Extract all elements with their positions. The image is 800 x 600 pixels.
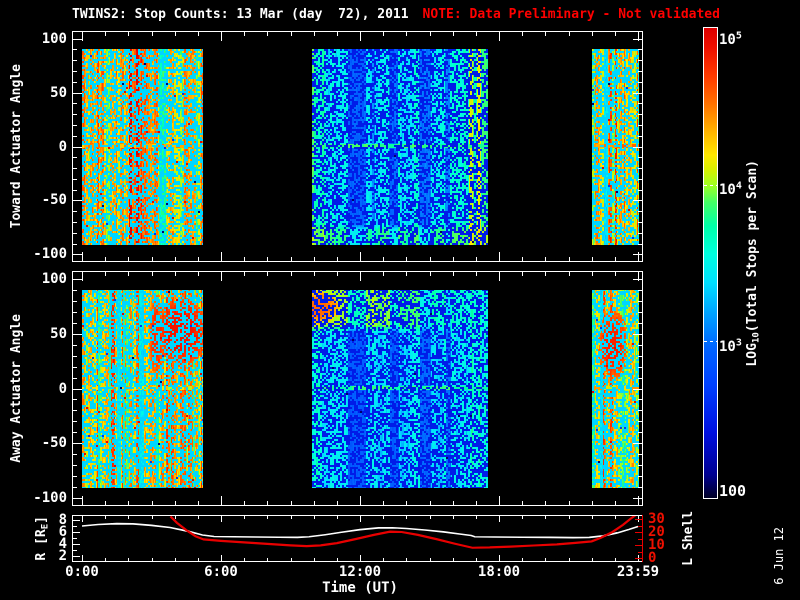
colorbar-tick-base: 10 bbox=[719, 32, 736, 48]
colorbar-tick-10e4: 104 bbox=[719, 179, 742, 199]
ytick-label-away-50: 50 bbox=[0, 326, 67, 342]
colorbar-tick-base: 10 bbox=[719, 339, 736, 355]
date-stamp-wrap: 6 Jun 12 bbox=[770, 518, 788, 594]
colorbar-tick-exp: 3 bbox=[736, 337, 742, 348]
preliminary-note: NOTE: Data Preliminary - Not validated bbox=[423, 7, 720, 22]
xtick-label-6:00: 6:00 bbox=[204, 564, 238, 580]
lshell-axis-title-wrap: L Shell bbox=[678, 508, 698, 568]
xtick-label-23:59: 23:59 bbox=[617, 564, 659, 580]
plot-title: TWINS2: Stop Counts: 13 Mar (day 72), 20… bbox=[72, 7, 409, 22]
ytick-label-toward-50: 50 bbox=[0, 85, 67, 101]
ytick-label-toward--50: -50 bbox=[0, 192, 67, 208]
away-spectrogram-panel bbox=[72, 271, 643, 506]
colorbar-tick-exp: 5 bbox=[736, 30, 742, 41]
lshell-axis-title: L Shell bbox=[681, 511, 696, 566]
colorbar-tick-base: 10 bbox=[719, 182, 736, 198]
title-row: TWINS2: Stop Counts: 13 Mar (day 72), 20… bbox=[72, 7, 720, 22]
orbit-lshell-line-panel bbox=[72, 515, 643, 562]
colorbar-title-post: (Total Stops per Scan) bbox=[745, 160, 760, 332]
toward-spectrogram-panel bbox=[72, 31, 643, 262]
colorbar-tick-100: 100 bbox=[719, 483, 746, 499]
ytick-label-away-0: 0 bbox=[0, 381, 67, 397]
colorbar-title-sub: 10 bbox=[751, 332, 761, 343]
ytick-label-away--50: -50 bbox=[0, 435, 67, 451]
xtick-label-0:00: 0:00 bbox=[65, 564, 99, 580]
ytick-label-away-100: 100 bbox=[0, 271, 67, 287]
date-stamp: 6 Jun 12 bbox=[772, 527, 786, 585]
colorbar-gradient bbox=[704, 28, 717, 498]
colorbar-title: LOG10(Total Stops per Scan) bbox=[745, 160, 762, 367]
colorbar-tick-10e5: 105 bbox=[719, 28, 742, 48]
colorbar-tick-10e3: 103 bbox=[719, 335, 742, 355]
colorbar-tick-exp: 4 bbox=[736, 181, 742, 192]
ytick-label-away--100: -100 bbox=[0, 490, 67, 506]
ytick-label-toward--100: -100 bbox=[0, 246, 67, 262]
colorbar-title-wrap: LOG10(Total Stops per Scan) bbox=[742, 28, 764, 498]
plot-stage: TWINS2: Stop Counts: 13 Mar (day 72), 20… bbox=[0, 0, 800, 600]
xtick-label-12:00: 12:00 bbox=[339, 564, 381, 580]
colorbar-title-pre: LOG bbox=[745, 343, 760, 366]
xtick-label-18:00: 18:00 bbox=[478, 564, 520, 580]
ytick-label-toward-0: 0 bbox=[0, 139, 67, 155]
rtick-label-2: 2 bbox=[0, 548, 67, 564]
ytick-label-toward-100: 100 bbox=[0, 31, 67, 47]
time-axis-title: Time (UT) bbox=[322, 580, 398, 596]
colorbar-frame bbox=[703, 27, 718, 499]
